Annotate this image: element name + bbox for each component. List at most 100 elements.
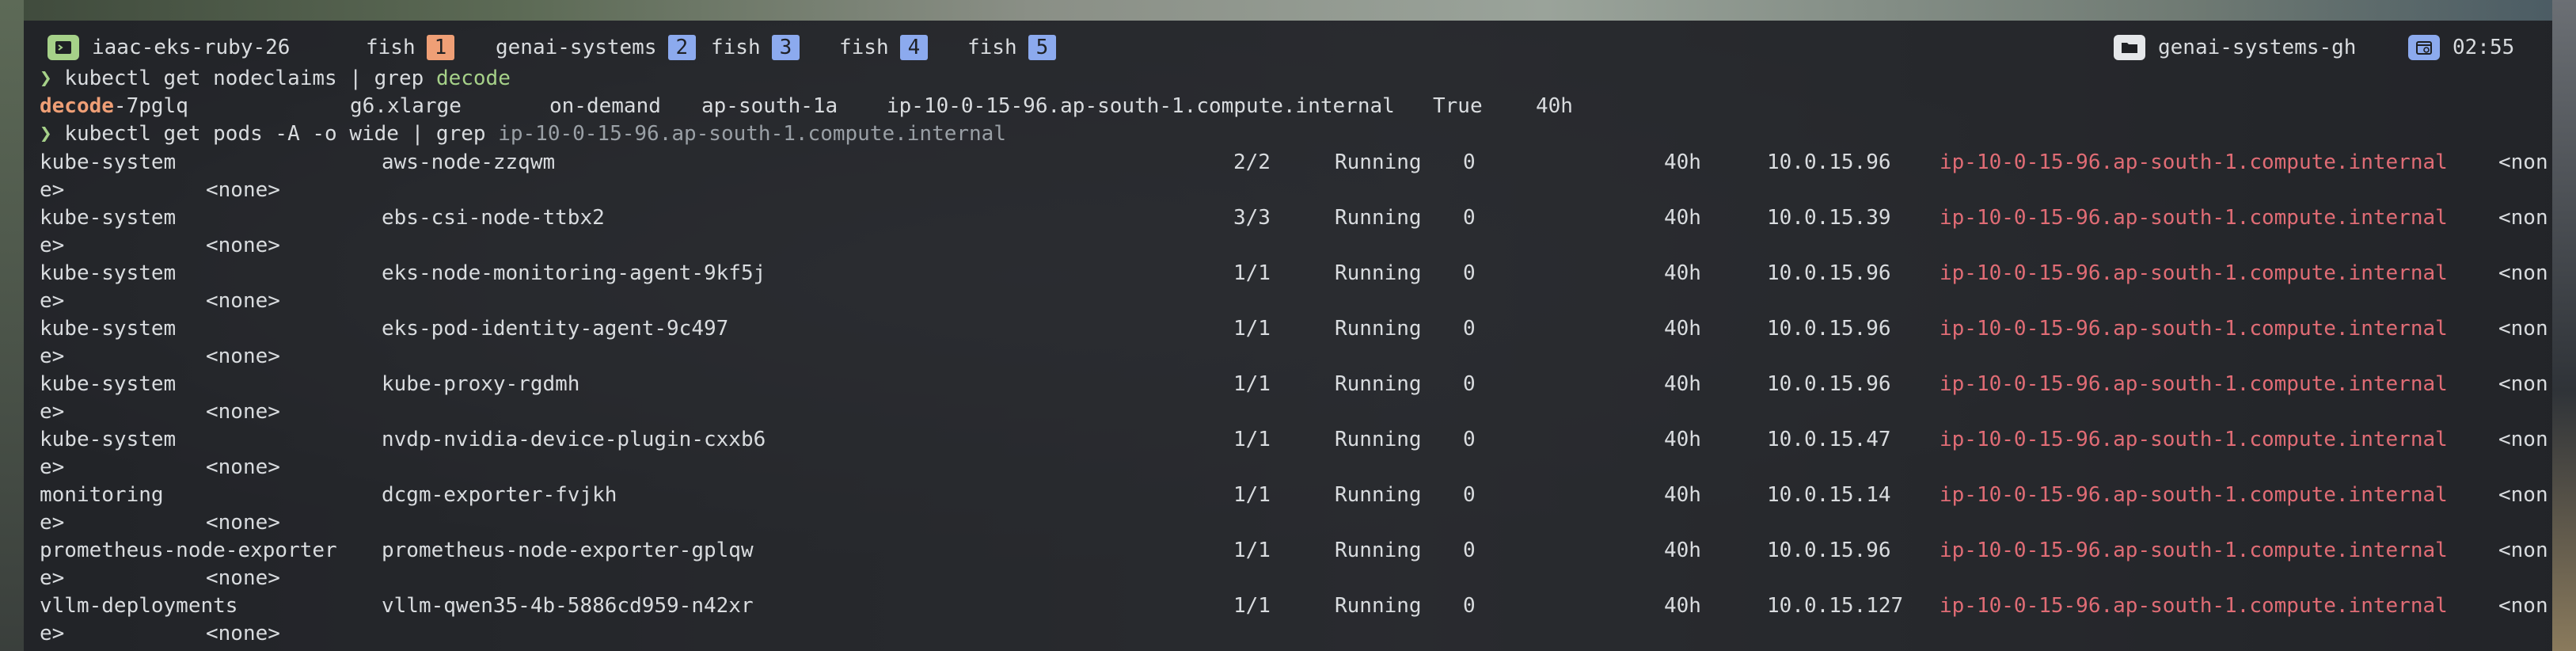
pod-namespace: kube-system: [40, 372, 177, 396]
pod-namespace: kube-system: [40, 317, 177, 341]
pod-readiness-gates: <none>: [206, 178, 280, 202]
tab-number: 3: [771, 35, 800, 60]
nodeclaim-type: g6.xlarge: [350, 94, 462, 118]
tab-label: fish: [711, 36, 761, 59]
nodeclaim-row: decode-7pglq g6.xlarge on-demand ap-sout…: [40, 93, 2533, 120]
pod-name: kube-proxy-rgdmh: [382, 372, 580, 396]
pod-restarts: 0: [1463, 150, 1476, 174]
pod-age: 40h: [1664, 317, 1701, 341]
terminal-icon: [47, 35, 79, 60]
pod-namespace: monitoring: [40, 483, 164, 507]
pod-restarts: 0: [1463, 594, 1476, 618]
calendar-clock-icon: [2408, 35, 2440, 60]
pod-node: ip-10-0-15-96.ap-south-1.compute.interna…: [1940, 539, 2448, 562]
pod-nominated-node: <non: [2498, 483, 2548, 507]
pod-status: Running: [1335, 483, 1422, 507]
pod-restarts: 0: [1463, 206, 1476, 230]
nodeclaim-name-rest: -7pglq: [113, 94, 188, 118]
terminal-window[interactable]: iaac-eks-ruby-26 fish 1 genai-systems 2 …: [24, 21, 2552, 651]
command-grep: grep: [374, 67, 424, 90]
pod-ready: 3/3: [1233, 206, 1271, 230]
desktop-wallpaper-top: [0, 0, 2576, 21]
pod-ip: 10.0.15.96: [1767, 261, 1891, 285]
nodeclaim-ready: True: [1433, 94, 1483, 118]
nodeclaim-age: 40h: [1536, 94, 1573, 118]
pod-nominated-node: <non: [2498, 428, 2548, 451]
command-argument: ip-10-0-15-96.ap-south-1.compute.interna…: [498, 122, 1006, 146]
table-row-wrap: e> <none>: [40, 343, 515, 370]
pod-restarts: 0: [1463, 428, 1476, 451]
prompt-symbol: ❯: [40, 122, 52, 146]
pod-node: ip-10-0-15-96.ap-south-1.compute.interna…: [1940, 317, 2448, 341]
nodeclaim-zone: ap-south-1a: [701, 94, 838, 118]
folder-indicator: genai-systems-gh: [2114, 33, 2356, 62]
table-row: kube-system nvdp-nvidia-device-plugin-cxx…: [40, 426, 2549, 453]
pod-readiness-gates: <none>: [206, 455, 280, 479]
pod-name: aws-node-zzqwm: [382, 150, 556, 174]
pod-readiness-gates: <none>: [206, 622, 280, 645]
tab-1[interactable]: fish 1: [366, 33, 455, 62]
pod-ip: 10.0.15.127: [1767, 594, 1904, 618]
tab-3[interactable]: fish 3: [711, 33, 800, 62]
pod-readiness-gates: <none>: [206, 511, 280, 535]
pod-age: 40h: [1664, 150, 1701, 174]
pod-restarts: 0: [1463, 483, 1476, 507]
pod-name: eks-node-monitoring-agent-9kf5j: [382, 261, 766, 285]
table-row: kube-system eks-node-monitoring-agent-9kf…: [40, 260, 2549, 287]
pod-ip: 10.0.15.39: [1767, 206, 1891, 230]
pod-status: Running: [1335, 428, 1422, 451]
tab-number: 1: [426, 35, 455, 60]
pod-status: Running: [1335, 261, 1422, 285]
pod-age: 40h: [1664, 539, 1701, 562]
pod-age: 40h: [1664, 594, 1701, 618]
pod-nominated-node-wrap: e>: [40, 566, 65, 590]
pod-nominated-node: <non: [2498, 150, 2548, 174]
pod-nominated-node-wrap: e>: [40, 234, 65, 257]
pod-node: ip-10-0-15-96.ap-south-1.compute.interna…: [1940, 206, 2448, 230]
pod-nominated-node-wrap: e>: [40, 400, 65, 424]
table-row-wrap: e> <none>: [40, 509, 515, 536]
pod-status: Running: [1335, 206, 1422, 230]
pod-ip: 10.0.15.96: [1767, 317, 1891, 341]
pod-status: Running: [1335, 372, 1422, 396]
command-text: kubectl get pods -A -o wide |: [64, 122, 424, 146]
session-name: iaac-eks-ruby-26: [92, 36, 291, 59]
pod-node: ip-10-0-15-96.ap-south-1.compute.interna…: [1940, 372, 2448, 396]
session-indicator[interactable]: iaac-eks-ruby-26: [47, 33, 290, 62]
tmux-status-bar: iaac-eks-ruby-26 fish 1 genai-systems 2 …: [24, 33, 2552, 62]
tab-4[interactable]: fish 4: [839, 33, 929, 62]
pod-namespace: kube-system: [40, 150, 177, 174]
pod-namespace: kube-system: [40, 428, 177, 451]
nodeclaim-capacity: on-demand: [549, 94, 661, 118]
command-text: kubectl get nodeclaims |: [64, 67, 362, 90]
pod-age: 40h: [1664, 372, 1701, 396]
pod-nominated-node-wrap: e>: [40, 455, 65, 479]
command-grep: grep: [435, 122, 486, 146]
pod-name: dcgm-exporter-fvjkh: [382, 483, 617, 507]
pod-status: Running: [1335, 539, 1422, 562]
table-row-wrap: e> <none>: [40, 287, 515, 314]
pod-restarts: 0: [1463, 539, 1476, 562]
pod-nominated-node: <non: [2498, 539, 2548, 562]
tab-2[interactable]: genai-systems 2: [496, 33, 697, 62]
pod-restarts: 0: [1463, 261, 1476, 285]
folder-label: genai-systems-gh: [2158, 36, 2357, 59]
pod-nominated-node-wrap: e>: [40, 511, 65, 535]
table-row-wrap: e> <none>: [40, 398, 515, 425]
pod-ready: 1/1: [1233, 483, 1271, 507]
table-row-wrap: e> <none>: [40, 454, 515, 481]
pod-nominated-node-wrap: e>: [40, 345, 65, 368]
pod-name: eks-pod-identity-agent-9c497: [382, 317, 729, 341]
pod-status: Running: [1335, 150, 1422, 174]
tab-number: 5: [1028, 35, 1057, 60]
pod-name: vllm-qwen35-4b-5886cd959-n42xr: [382, 594, 754, 618]
pod-readiness-gates: <none>: [206, 234, 280, 257]
table-row-wrap: e> <none>: [40, 177, 515, 204]
tab-5[interactable]: fish 5: [967, 33, 1057, 62]
nodeclaim-node: ip-10-0-15-96.ap-south-1.compute.interna…: [887, 94, 1395, 118]
pod-readiness-gates: <none>: [206, 289, 280, 313]
tab-label: fish: [366, 36, 416, 59]
folder-icon: [2114, 35, 2145, 60]
pod-namespace: vllm-deployments: [40, 594, 238, 618]
pod-ready: 1/1: [1233, 428, 1271, 451]
